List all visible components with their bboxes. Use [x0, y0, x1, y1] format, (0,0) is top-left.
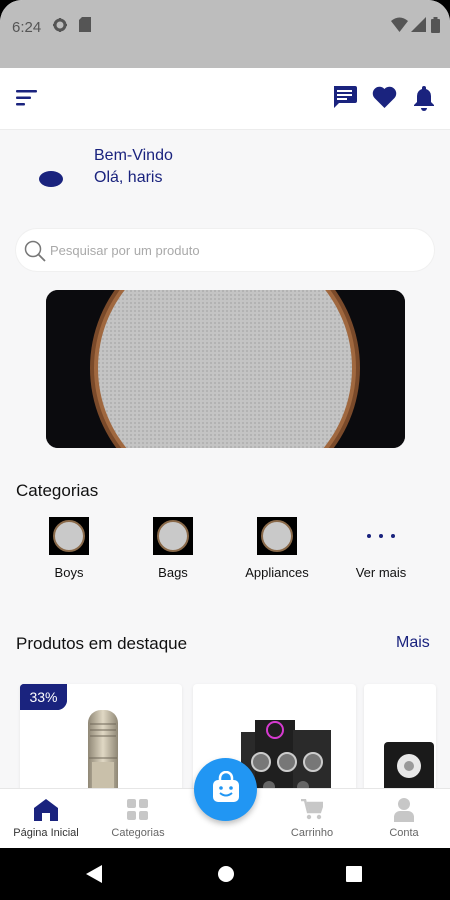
- search-bar[interactable]: [16, 229, 434, 271]
- nav-label: Carrinho: [290, 827, 334, 839]
- status-time: 6:24: [12, 19, 42, 36]
- shopping-bag-icon: [211, 770, 241, 808]
- back-icon[interactable]: [86, 865, 102, 888]
- category-boys[interactable]: Boys: [24, 517, 114, 580]
- app-bar: [0, 68, 450, 130]
- search-input[interactable]: [50, 239, 410, 261]
- category-bags[interactable]: Bags: [128, 517, 218, 580]
- category-label: Boys: [54, 565, 84, 580]
- featured-more-link[interactable]: Mais: [396, 634, 430, 652]
- product-card[interactable]: 33% 33%: [20, 684, 182, 804]
- settings-gear-icon: [52, 17, 68, 38]
- nav-categories[interactable]: Categorias: [93, 797, 183, 839]
- wifi-icon: [391, 17, 408, 37]
- featured-title: Produtos em destaque: [16, 634, 188, 653]
- nav-cart[interactable]: Carrinho: [267, 797, 357, 839]
- favorites-heart-icon[interactable]: [372, 86, 397, 113]
- recents-square-icon[interactable]: [346, 866, 362, 887]
- product-card[interactable]: [364, 684, 436, 804]
- home-circle-icon[interactable]: [217, 865, 235, 888]
- category-thumbnail: [257, 517, 297, 555]
- cart-icon: [267, 797, 357, 823]
- category-label: Ver mais: [355, 565, 407, 580]
- category-label: Bags: [158, 565, 188, 580]
- sd-card-icon: [79, 17, 91, 37]
- home-icon: [1, 797, 91, 823]
- avatar: [39, 171, 63, 187]
- shopping-bag-fab[interactable]: [194, 758, 257, 821]
- more-dots-icon: [336, 517, 426, 555]
- promo-banner[interactable]: [46, 290, 405, 448]
- greeting-subtitle: Olá, haris: [94, 169, 163, 186]
- chat-icon[interactable]: [332, 86, 357, 114]
- person-icon: [359, 797, 449, 823]
- system-navigation-bar: [0, 848, 450, 900]
- banner-speaker-image: [46, 290, 405, 448]
- nav-label: Conta: [389, 827, 419, 839]
- signal-icon: [411, 17, 426, 37]
- nav-label: Categorias: [111, 827, 165, 839]
- category-thumbnail: [153, 517, 193, 555]
- grid-icon: [93, 797, 183, 823]
- nav-label: Página Inicial: [13, 827, 79, 839]
- status-bar: 6:24: [0, 0, 450, 68]
- discount-badge-overlay: 33%: [20, 684, 67, 710]
- menu-icon[interactable]: [16, 90, 38, 111]
- notifications-bell-icon[interactable]: [413, 85, 435, 116]
- category-label: Appliances: [245, 565, 309, 580]
- battery-icon: [431, 17, 440, 38]
- phone-screen: 6:24 Bem-Vindo Olá, haris Pesquisar por …: [0, 0, 450, 900]
- monitor-speaker-product-image: [384, 742, 434, 804]
- nav-home[interactable]: Página Inicial: [1, 797, 91, 839]
- nav-account[interactable]: Conta: [359, 797, 449, 839]
- category-see-more[interactable]: Ver mais: [336, 517, 426, 580]
- greeting-title: Bem-Vindo: [94, 147, 173, 164]
- categories-title: Categorias: [16, 481, 99, 500]
- search-icon: [24, 240, 46, 267]
- category-appliances[interactable]: Appliances: [232, 517, 322, 580]
- category-thumbnail: [49, 517, 89, 555]
